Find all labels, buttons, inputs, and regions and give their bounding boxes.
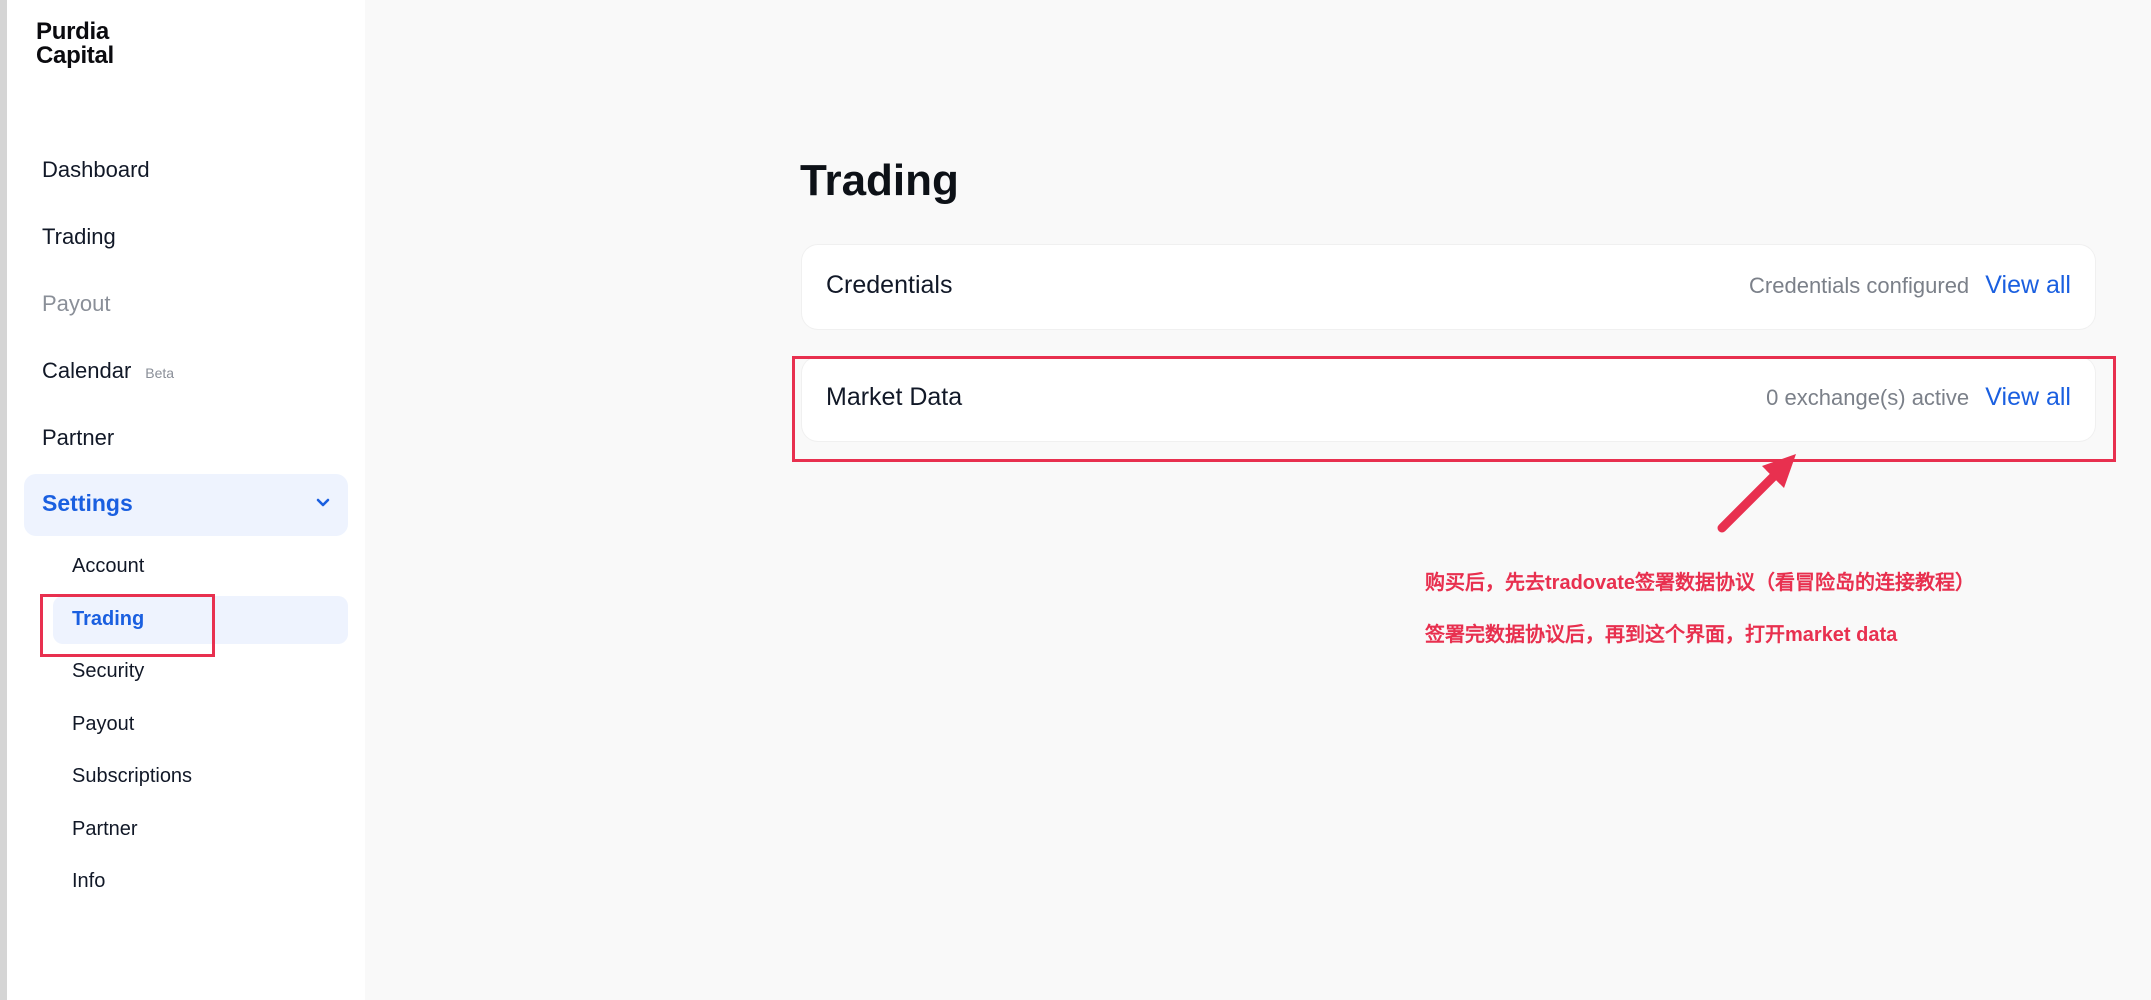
- nav-item-dashboard[interactable]: Dashboard: [42, 155, 150, 185]
- settings-item-label: Partner: [72, 818, 138, 840]
- settings-item-info[interactable]: Info: [72, 867, 105, 895]
- nav-label: Partner: [42, 425, 115, 450]
- nav-item-trading[interactable]: Trading: [42, 222, 116, 252]
- nav-item-partner[interactable]: Partner: [42, 423, 114, 453]
- card-status-group: Credentials configured View all: [1749, 271, 2071, 300]
- settings-item-label: Subscriptions: [72, 765, 193, 787]
- annotation-highlight-sidebar-trading: [40, 594, 215, 657]
- view-all-link[interactable]: View all: [1985, 271, 2071, 299]
- nav-label: Payout: [42, 291, 111, 316]
- settings-item-label: Security: [72, 660, 145, 682]
- settings-item-account[interactable]: Account: [72, 552, 144, 580]
- nav-item-settings[interactable]: Settings: [24, 474, 348, 536]
- nav-item-payout[interactable]: Payout: [42, 289, 111, 319]
- nav-item-calendar[interactable]: Calendar Beta: [42, 356, 174, 388]
- card-title: Credentials: [826, 271, 953, 299]
- annotation-highlight-market-data: [792, 356, 2116, 462]
- settings-label: Settings: [42, 490, 133, 516]
- logo-line-1: Purdia: [36, 18, 109, 45]
- credentials-card: Credentials Credentials configured View …: [802, 245, 2095, 329]
- nav-label: Trading: [42, 224, 116, 249]
- card-status: Credentials configured: [1749, 273, 1970, 298]
- logo[interactable]: Purdia Capital: [36, 20, 114, 68]
- beta-badge: Beta: [145, 365, 175, 381]
- nav-label: Dashboard: [42, 157, 150, 182]
- settings-item-label: Info: [72, 870, 106, 892]
- settings-item-payout[interactable]: Payout: [72, 710, 134, 738]
- page-title: Trading: [800, 156, 959, 205]
- nav-label: Calendar: [42, 358, 132, 383]
- annotation-note-line-1: 购买后，先去tradovate签署数据协议（看冒险岛的连接教程）: [1425, 572, 1976, 594]
- settings-item-subscriptions[interactable]: Subscriptions: [72, 762, 192, 790]
- annotation-arrow-icon: [1717, 454, 1796, 533]
- chevron-down-icon[interactable]: [316, 490, 330, 508]
- settings-item-label: Payout: [72, 713, 135, 735]
- settings-item-label: Account: [72, 555, 145, 577]
- settings-item-security[interactable]: Security: [72, 657, 144, 685]
- window-edge: [0, 0, 7, 1000]
- sidebar: Purdia Capital Dashboard Trading Payout …: [7, 0, 365, 1000]
- annotation-note-line-2: 签署完数据协议后，再到这个界面，打开market data: [1425, 624, 1898, 646]
- settings-item-partner[interactable]: Partner: [72, 815, 138, 843]
- logo-line-2: Capital: [36, 42, 114, 69]
